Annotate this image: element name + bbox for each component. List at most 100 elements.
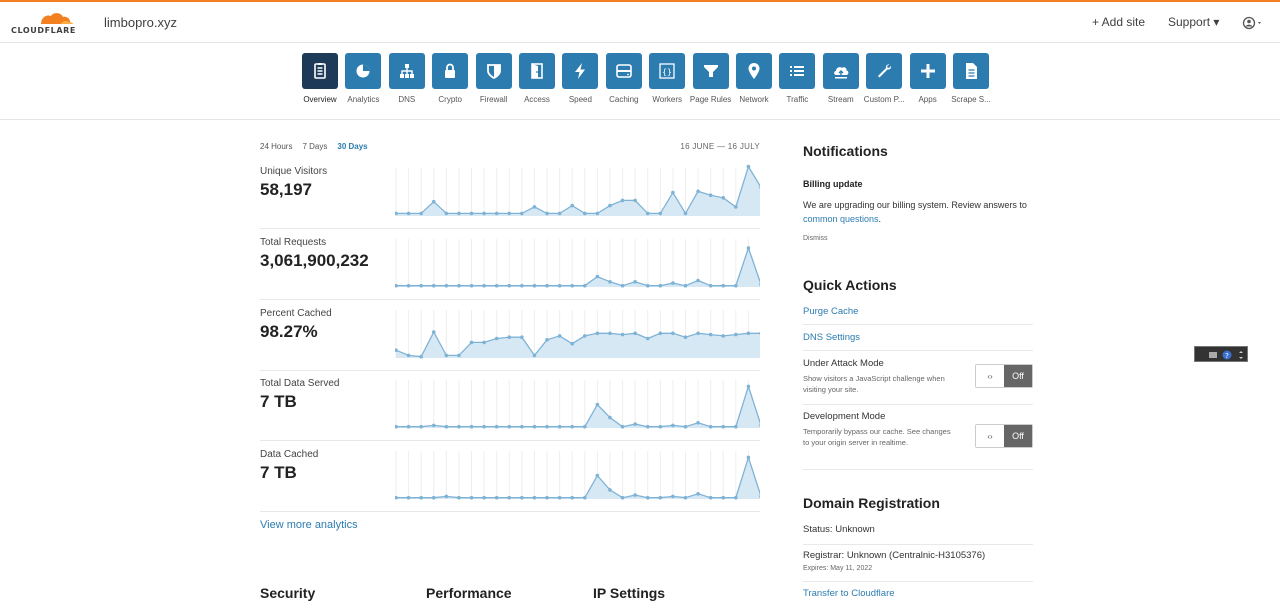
sparkline-point [721, 424, 726, 429]
under-attack-toggle[interactable]: ‹› Off [975, 364, 1033, 388]
nav-workers[interactable]: {} Workers [643, 53, 691, 104]
toggle-handle-icon: ‹› [976, 365, 1004, 387]
nav-network[interactable]: Network [730, 53, 778, 104]
stat-unique-visitors: Unique Visitors 58,197 [260, 158, 760, 229]
range-24-hours[interactable]: 24 Hours [260, 142, 292, 151]
nav-tile [519, 53, 555, 89]
sparkline-point [708, 283, 713, 288]
nav-dns[interactable]: DNS [383, 53, 431, 104]
sparkline-point [595, 473, 600, 478]
sparkline-point [520, 495, 524, 500]
nav-firewall[interactable]: Firewall [470, 53, 518, 104]
nav-tile [779, 53, 816, 89]
common-questions-link[interactable]: common questions [803, 214, 879, 224]
door-icon [531, 63, 543, 79]
lightning-icon [575, 63, 586, 79]
nav-caching[interactable]: Caching [600, 53, 648, 104]
purge-cache-link[interactable]: Purge Cache [803, 306, 1033, 325]
sparkline-chart [395, 451, 760, 500]
sparkline-point [532, 495, 537, 500]
sparkline-line [396, 384, 760, 428]
floating-widget[interactable]: ? [1194, 346, 1248, 362]
sparkline-point [608, 203, 612, 208]
transfer-to-cloudflare-link[interactable]: Transfer to Cloudflare [803, 588, 1033, 607]
nav-tile [822, 53, 859, 89]
stat-percent-cached: Percent Cached 98.27% [260, 300, 760, 371]
nav-tile [909, 53, 946, 89]
stat-value: 3,061,900,232 [260, 251, 369, 270]
nav-label: Workers [652, 95, 682, 104]
stat-value: 7 TB [260, 463, 297, 482]
add-site-button[interactable]: + Add site [1092, 15, 1145, 29]
nav-label: Overview [303, 95, 337, 104]
dns-settings-link[interactable]: DNS Settings [803, 332, 1033, 351]
sparkline-point [469, 283, 474, 288]
under-attack-desc: Show visitors a JavaScript challenge whe… [803, 374, 945, 394]
sparkline-point [557, 495, 562, 500]
network-tree-icon [399, 64, 414, 78]
sparkline-point [469, 495, 474, 500]
sparkline-point [532, 283, 537, 288]
sparkline-point [431, 423, 436, 428]
app-nav: Overview Analytics DNS Crypto Firewall Access… [0, 43, 1280, 120]
sparkline-point [507, 283, 512, 288]
sparkline-point [633, 422, 637, 426]
sparkline-point [696, 278, 700, 283]
sparkline-point [671, 494, 675, 499]
nav-speed[interactable]: Speed [556, 53, 604, 104]
sparkline-point [494, 424, 499, 429]
nav-access[interactable]: Access [513, 53, 561, 104]
range-7-days[interactable]: 7 Days [302, 142, 327, 151]
support-menu[interactable]: Support ▾ [1168, 15, 1219, 29]
sparkline-point [494, 336, 499, 341]
stat-value: 7 TB [260, 392, 297, 411]
nav-label: Speed [568, 95, 592, 104]
nav-page-rules[interactable]: Page Rules [687, 53, 735, 104]
list-icon [790, 66, 805, 76]
nav-crypto[interactable]: Crypto [426, 53, 474, 104]
nav-scrape-s[interactable]: Scrape S... [947, 53, 995, 104]
sparkline-point [708, 332, 713, 337]
drive-icon [615, 64, 632, 78]
sparkline-point [545, 424, 549, 429]
sparkline-line [396, 455, 760, 499]
nav-tile [345, 53, 382, 89]
nav-analytics[interactable]: Analytics [339, 53, 387, 104]
date-range: 16 JUNE — 16 JULY [680, 142, 760, 151]
dev-mode-desc: Temporarily bypass our cache. See change… [803, 427, 951, 447]
nav-apps[interactable]: Apps [904, 53, 952, 104]
sparkline-point [457, 424, 461, 429]
nav-tile [432, 53, 469, 89]
range-30-days[interactable]: 30 Days [337, 142, 367, 151]
cloud-upload-icon [833, 67, 849, 79]
quick-actions-heading: Quick Actions [803, 277, 897, 293]
nav-tile [562, 53, 599, 89]
registrar: Registrar: Unknown (Centralnic-H3105376) [803, 550, 986, 561]
sparkline-point [557, 283, 562, 288]
sparkline-point [444, 353, 449, 358]
sparkline-area [396, 386, 760, 428]
sparkline-point [671, 331, 675, 336]
sparkline-point [457, 353, 461, 358]
dismiss-button[interactable]: Dismiss [803, 235, 828, 242]
cloudflare-logo[interactable]: CLOUDFLARE [11, 10, 81, 36]
view-more-analytics-link[interactable]: View more analytics [260, 519, 358, 531]
nav-label: Traffic [786, 95, 809, 104]
dev-mode-toggle[interactable]: ‹› Off [975, 424, 1033, 448]
domain-name[interactable]: limbopro.xyz [104, 15, 177, 30]
nav-custom-p[interactable]: Custom P... [860, 53, 908, 104]
nav-overview[interactable]: Overview [296, 53, 344, 104]
stat-total-requests: Total Requests 3,061,900,232 [260, 229, 760, 300]
nav-stream[interactable]: Stream [817, 53, 865, 104]
sparkline-point [746, 384, 751, 389]
sparkline-point [520, 424, 524, 429]
nav-label: Custom P... [863, 95, 905, 104]
logo-text: CLOUDFLARE [11, 26, 76, 35]
account-menu[interactable] [1241, 14, 1265, 32]
sparkline-point [620, 495, 625, 500]
sparkline-point [482, 495, 486, 500]
sparkline-point [721, 334, 726, 338]
sparkline-point [633, 331, 637, 336]
nav-traffic[interactable]: Traffic [773, 53, 821, 104]
nav-label: Caching [609, 95, 639, 104]
